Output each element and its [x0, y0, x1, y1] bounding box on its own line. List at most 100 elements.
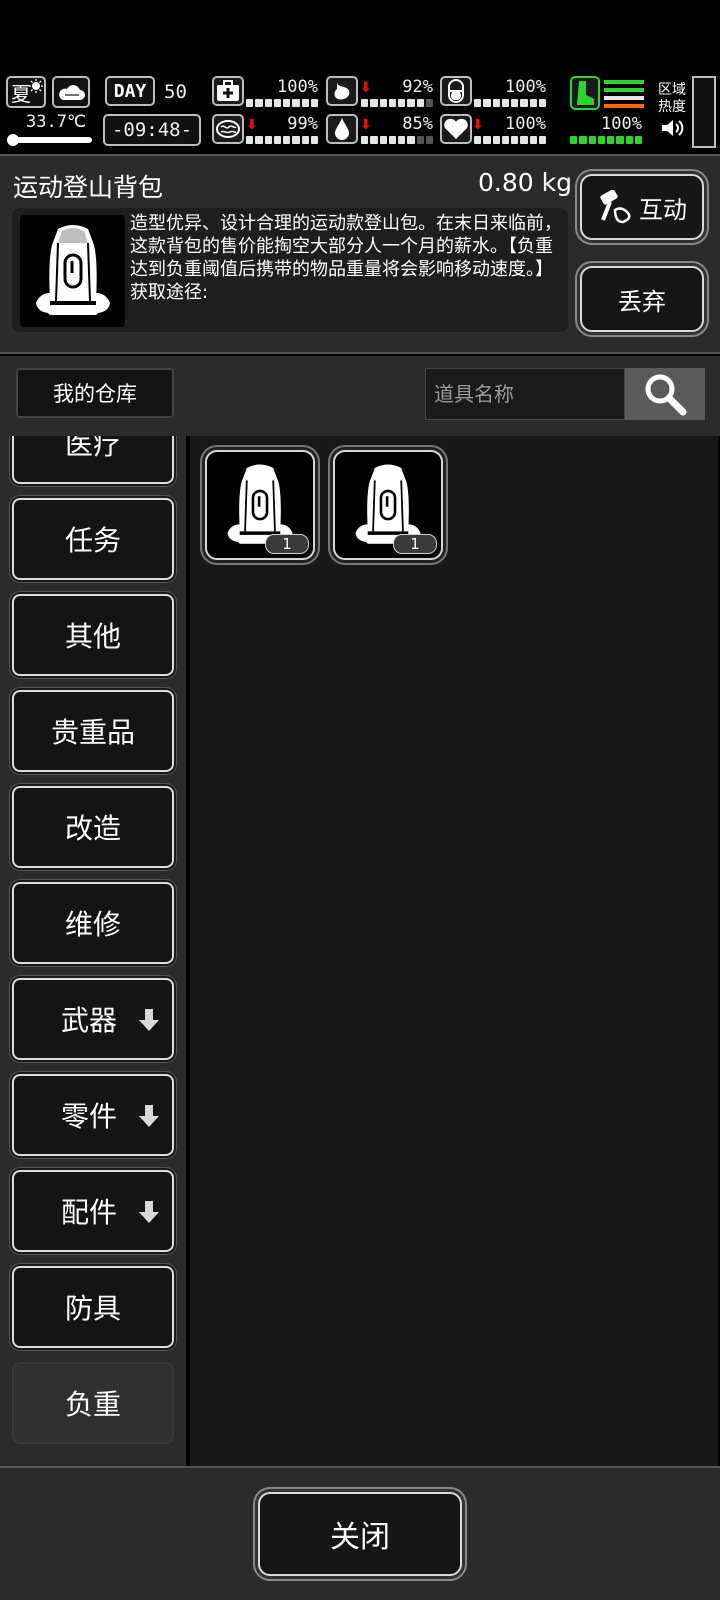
spirit-value: 100%: [505, 114, 546, 134]
hunger-down-arrow-icon: ⬇: [360, 80, 372, 96]
category-valuables[interactable]: 贵重品: [12, 690, 174, 772]
item-name: 运动登山背包: [13, 173, 164, 202]
item-description-box: 造型优异、设计合理的运动款登山包。在末日来临前，这款背包的售价能掏空大部分人一个…: [12, 208, 568, 332]
pill-icon: [440, 76, 472, 106]
hunger-bar: [361, 99, 433, 107]
item-weight: 0.80 kg: [478, 168, 572, 197]
brain-icon: [212, 114, 244, 144]
category-accessories[interactable]: 配件: [12, 1170, 174, 1252]
item-description: 造型优异、设计合理的运动款登山包。在末日来临前，这款背包的售价能掏空大部分人一个…: [130, 212, 562, 304]
my-warehouse-button[interactable]: 我的仓库: [16, 368, 174, 418]
search-row: 我的仓库: [0, 356, 720, 436]
heart-icon: [440, 114, 472, 144]
stamina-line-1: [604, 80, 644, 84]
sun-icon: [29, 79, 43, 93]
season-label: 夏: [11, 81, 31, 106]
thirst-value: 85%: [402, 114, 433, 134]
zone-heat-label-1: 区域: [658, 82, 686, 98]
category-label: 改造: [64, 812, 121, 845]
category-label: 配件: [61, 1196, 118, 1229]
category-label: 零件: [61, 1100, 118, 1133]
category-label: 医疗: [64, 436, 121, 461]
immunity-down-arrow-icon: ⬇: [246, 117, 258, 133]
immunity-bar: [246, 136, 318, 144]
stamina-line-3: [604, 96, 644, 100]
discard-button[interactable]: 丢弃: [580, 266, 704, 332]
category-other[interactable]: 其他: [12, 594, 174, 676]
item-count-badge: 1: [393, 534, 437, 554]
down-arrow-icon: [139, 1009, 159, 1031]
thirst-bar: [361, 136, 433, 144]
category-medical[interactable]: 医疗: [12, 436, 174, 484]
my-warehouse-label: 我的仓库: [53, 382, 137, 406]
interact-button[interactable]: 互动: [580, 174, 704, 240]
category-label: 武器: [61, 1004, 118, 1037]
item-count-badge: 1: [265, 534, 309, 554]
zone-heat: 区域 热度: [652, 74, 720, 152]
stamina-value: 100%: [601, 114, 642, 134]
day-label: DAY: [113, 80, 147, 102]
category-parts[interactable]: 零件: [12, 1074, 174, 1156]
discard-label: 丢弃: [618, 287, 666, 316]
health-bar: [246, 99, 318, 107]
heat-meter: [692, 76, 716, 148]
stamina-panel: 100%: [564, 74, 646, 152]
category-weapons[interactable]: 武器: [12, 978, 174, 1060]
item-grid: 1 1: [190, 436, 718, 1466]
close-label: 关闭: [330, 1520, 390, 1555]
item-description-body: 造型优异、设计合理的运动款登山包。在末日来临前，这款背包的售价能掏空大部分人一个…: [130, 213, 562, 280]
category-quest[interactable]: 任务: [12, 498, 174, 580]
category-sidebar[interactable]: 医疗 任务 其他 贵重品 改造 维修 武器 零件 配件 防具 负重: [0, 436, 186, 1466]
footer-bar: 关闭: [0, 1466, 720, 1600]
spirit-down-arrow-icon: ⬇: [472, 117, 484, 133]
cloud-icon: [59, 85, 85, 100]
clock-box: -09:48-: [103, 114, 201, 146]
vital-stats: 100% ⬇ 92% 100% ⬇ 99% ⬇ 85% ⬇ 100%: [208, 74, 560, 152]
close-button[interactable]: 关闭: [258, 1492, 462, 1576]
stamina-bar: [570, 136, 642, 144]
category-label: 防具: [64, 1292, 121, 1325]
down-arrow-icon: [139, 1201, 159, 1223]
status-bar: 夏 33.7℃ DAY 50 -09:48- 100% ⬇ 92% 100% ⬇…: [0, 74, 720, 152]
boot-icon: [570, 76, 600, 110]
item-slot[interactable]: 1: [205, 450, 315, 560]
health-value: 100%: [277, 77, 318, 97]
search-button[interactable]: [625, 368, 705, 420]
thirst-down-arrow-icon: ⬇: [360, 117, 372, 133]
day-badge: DAY: [105, 76, 155, 106]
season-badge: 夏: [6, 76, 46, 108]
item-slot[interactable]: 1: [333, 450, 443, 560]
hunger-value: 92%: [402, 77, 433, 97]
clock-time: -09:48-: [111, 119, 193, 141]
medkit-icon: [212, 76, 244, 106]
speaker-icon[interactable]: [660, 118, 686, 138]
interact-label: 互动: [639, 195, 687, 224]
category-label: 贵重品: [50, 716, 135, 749]
search-icon: [645, 374, 687, 416]
backpack-icon: [35, 225, 110, 315]
temperature-readout: 33.7℃: [26, 112, 87, 132]
zone-heat-label-2: 热度: [658, 99, 686, 115]
category-armor[interactable]: 防具: [12, 1266, 174, 1348]
mood-bar: [474, 99, 546, 107]
category-modify[interactable]: 改造: [12, 786, 174, 868]
category-load-bearing[interactable]: 负重: [12, 1362, 174, 1444]
water-drop-icon: [326, 114, 358, 144]
category-label: 任务: [64, 524, 121, 557]
spirit-bar: [474, 136, 546, 144]
sidebar-scrollbar[interactable]: [180, 436, 186, 1466]
down-arrow-icon: [139, 1105, 159, 1127]
category-label: 维修: [64, 908, 121, 941]
stamina-line-4: [604, 104, 644, 108]
category-label: 负重: [64, 1388, 121, 1421]
stamina-line-2: [604, 88, 644, 92]
stomach-icon: [326, 76, 358, 106]
category-repair[interactable]: 维修: [12, 882, 174, 964]
immunity-value: 99%: [287, 114, 318, 134]
item-source-label: 获取途径:: [130, 282, 209, 303]
thermometer-icon: [7, 134, 92, 146]
category-label: 其他: [64, 620, 121, 653]
item-name-search-input[interactable]: [425, 368, 625, 420]
hammer-hand-icon: [600, 190, 631, 224]
weather-badge: [52, 76, 90, 108]
